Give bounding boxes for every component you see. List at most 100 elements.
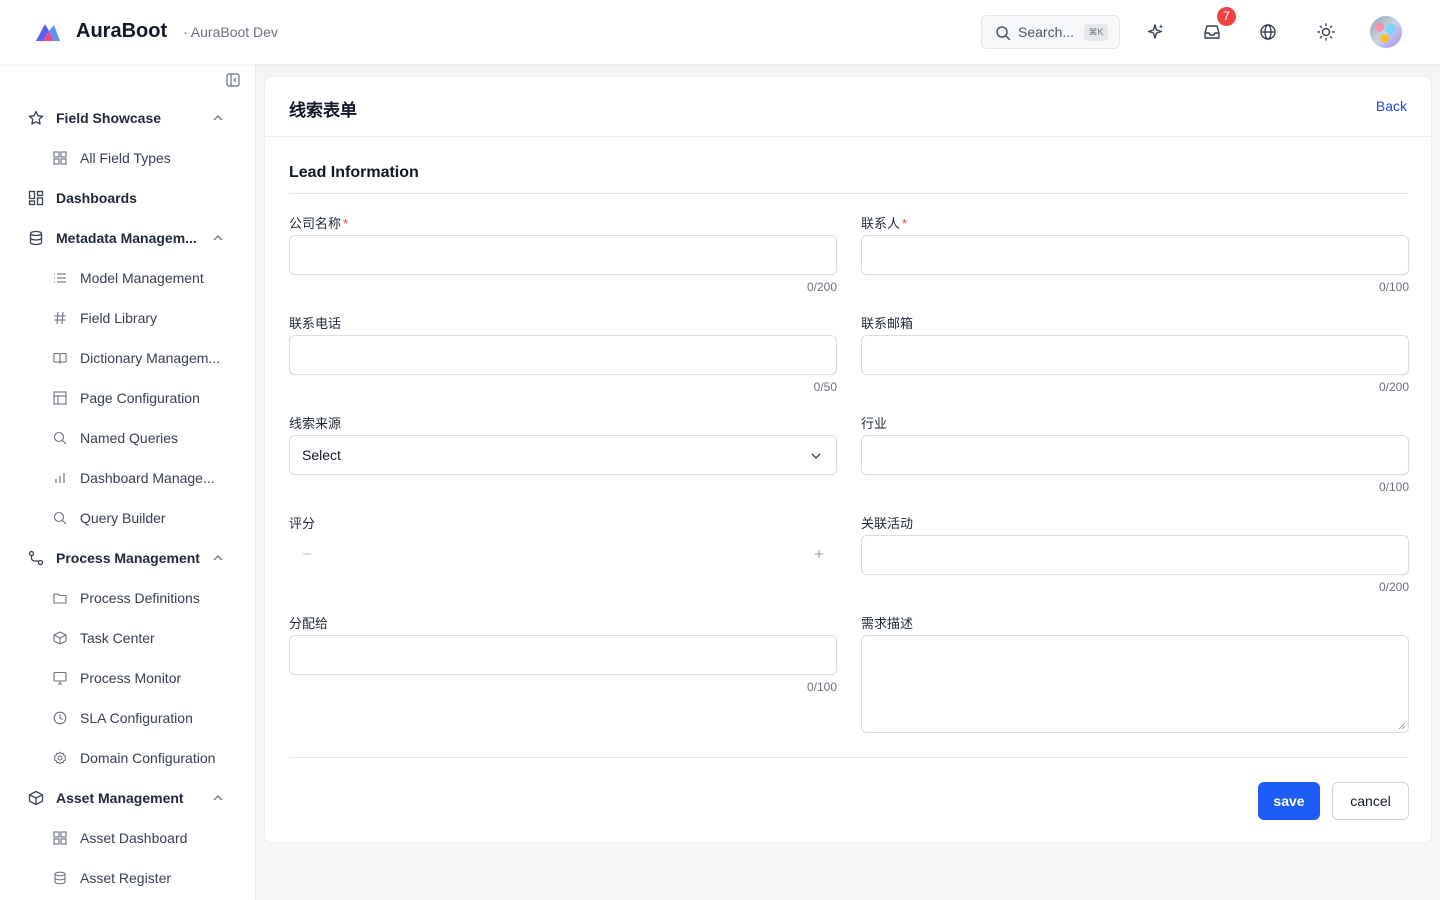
sidebar-item-label: Task Center [80,630,155,646]
sidebar-item-page-configuration[interactable]: Page Configuration [0,378,256,418]
brand-name: AuraBoot [76,20,168,42]
dashboard-icon [28,190,44,206]
sidebar-item-label: Process Monitor [80,670,182,686]
description-label: 需求描述 [861,616,914,631]
save-button[interactable]: save [1258,782,1320,820]
description-textarea[interactable] [861,635,1409,733]
package-icon [28,790,44,806]
sidebar-item-field-library[interactable]: Field Library [0,298,256,338]
sidebar-item-dashboard-management[interactable]: Dashboard Manage... [0,458,256,498]
sidebar-item-asset-register[interactable]: Asset Register [0,858,256,898]
company-name-input[interactable] [289,235,837,275]
footer-divider [289,757,1409,758]
sidebar-item-process-monitor[interactable]: Process Monitor [0,658,256,698]
sidebar-item-label: Model Management [80,270,204,286]
minus-icon[interactable] [301,548,313,560]
company-name-label: 公司名称 * [289,216,349,231]
sidebar-item-process-management[interactable]: Process Management [0,538,256,578]
sidebar-item-metadata-management[interactable]: Metadata Managem... [0,218,256,258]
auraboot-logo[interactable] [34,21,62,43]
resize-handle-icon[interactable] [1398,722,1406,730]
hash-icon [54,311,66,325]
grid-icon [53,831,67,845]
sidebar-item-label: Asset Management [56,790,184,806]
sidebar-item-dictionary-management[interactable]: Dictionary Managem... [0,338,256,378]
book-icon [53,352,67,364]
plus-icon[interactable] [813,548,825,560]
folder-icon [53,593,67,604]
sidebar-item-asset-management[interactable]: Asset Management [0,778,256,818]
database-icon [29,230,43,246]
company-name-counter: 0/200 [806,280,837,294]
sidebar-item-query-builder[interactable]: Query Builder [0,498,256,538]
clock-icon [53,711,67,725]
sidebar-item-label: Asset Dashboard [80,830,188,846]
sidebar-item-label: Domain Configuration [80,750,216,766]
industry-label: 行业 [861,416,888,431]
database-icon [54,871,66,885]
sidebar-item-field-showcase[interactable]: Field Showcase [0,98,256,138]
inbox-icon [1204,25,1220,39]
search-icon [53,431,67,445]
lead-source-select[interactable]: Select [289,435,837,475]
required-marker: * [343,216,349,231]
sidebar-item-label: Page Configuration [80,390,200,406]
email-label: 联系邮箱 [861,316,914,331]
sidebar-item-dashboards[interactable]: Dashboards [0,178,256,218]
sidebar-item-label: Named Queries [80,430,179,446]
sidebar-item-named-queries[interactable]: Named Queries [0,418,256,458]
sidebar-item-label: Field Library [80,310,158,326]
assignee-label: 分配给 [289,616,329,631]
sun-icon [1317,23,1335,41]
sidebar-item-asset-dashboard[interactable]: Asset Dashboard [0,818,256,858]
sidebar-item-domain-configuration[interactable]: Domain Configuration [0,738,256,778]
sidebar-item-label: SLA Configuration [80,710,193,726]
phone-label: 联系电话 [289,316,342,331]
box-icon [53,631,67,645]
sidebar-item-label: All Field Types [80,150,171,166]
notification-badge: 7 [1217,7,1236,26]
global-search[interactable]: Search... ⌘K [981,15,1120,49]
assignee-input[interactable] [289,635,837,675]
chevron-up-icon[interactable] [212,792,224,804]
top-header: AuraBoot · AuraBoot Dev Search... ⌘K 7 [0,0,1440,64]
globe-icon [1260,24,1276,40]
sidebar-item-process-definitions[interactable]: Process Definitions [0,578,256,618]
sidebar-item-label: Metadata Managem... [56,230,197,246]
email-input[interactable] [861,335,1409,375]
search-icon [53,511,67,525]
sidebar-collapse-icon[interactable] [226,73,240,87]
ai-assistant-button[interactable] [1144,20,1168,44]
related-activity-input[interactable] [861,535,1409,575]
theme-toggle-button[interactable] [1314,20,1338,44]
sidebar-item-label: Dashboard Manage... [80,470,215,486]
language-button[interactable] [1256,20,1280,44]
assignee-counter: 0/100 [806,680,837,694]
email-counter: 0/200 [1378,380,1409,394]
lead-form-card: 线索表单 Back Lead Information 公司名称 * 0/200 联… [264,76,1432,843]
chevron-up-icon[interactable] [212,232,224,244]
gear-icon [53,751,67,765]
sidebar-item-all-field-types[interactable]: All Field Types [0,138,256,178]
sparkles-icon [1147,24,1164,39]
sidebar-item-label: Field Showcase [56,110,162,126]
sidebar-item-task-center[interactable]: Task Center [0,618,256,658]
chevron-down-icon [811,453,821,459]
search-placeholder: Search... [1018,24,1075,40]
sidebar-item-label: Dashboards [56,190,137,206]
back-link[interactable]: Back [1376,98,1407,114]
monitor-icon [53,671,67,685]
phone-input[interactable] [289,335,837,375]
phone-counter: 0/50 [813,380,837,394]
contact-person-counter: 0/100 [1378,280,1409,294]
lead-source-value: Select [302,447,341,463]
contact-person-input[interactable] [861,235,1409,275]
chevron-up-icon[interactable] [212,112,224,124]
cancel-button[interactable]: cancel [1332,782,1409,820]
industry-input[interactable] [861,435,1409,475]
sidebar-item-model-management[interactable]: Model Management [0,258,256,298]
user-avatar[interactable] [1370,16,1402,48]
sidebar-item-sla-configuration[interactable]: SLA Configuration [0,698,256,738]
chevron-up-icon[interactable] [212,552,224,564]
card-header: 线索表单 Back [265,77,1431,137]
